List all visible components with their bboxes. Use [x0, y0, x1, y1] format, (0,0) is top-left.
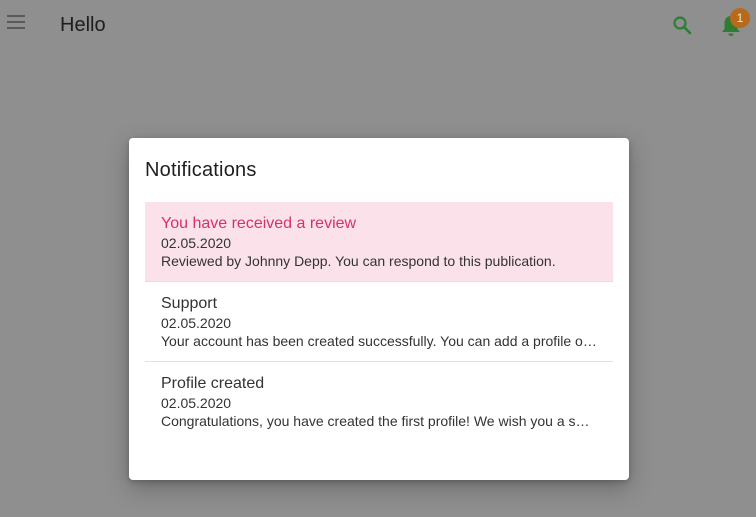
- search-button[interactable]: [668, 10, 696, 40]
- notification-body: Congratulations, you have created the fi…: [161, 413, 597, 429]
- notifications-button[interactable]: 1: [716, 8, 750, 42]
- notification-item-profile-created[interactable]: Profile created 02.05.2020 Congratulatio…: [145, 362, 613, 441]
- menu-button[interactable]: [4, 10, 28, 40]
- dialog-title: Notifications: [145, 159, 257, 181]
- search-icon: [673, 16, 692, 35]
- notifications-dialog: Notifications You have received a review…: [129, 138, 629, 480]
- notification-date: 02.05.2020: [161, 315, 232, 331]
- notification-date: 02.05.2020: [161, 235, 232, 251]
- app-title: Hello: [60, 14, 106, 36]
- notification-body: Reviewed by Johnny Depp. You can respond…: [161, 253, 556, 269]
- notification-count-badge: 1: [730, 8, 750, 28]
- notification-title: Support: [161, 295, 218, 312]
- notification-title: Profile created: [161, 375, 265, 392]
- notification-item-support[interactable]: Support 02.05.2020 Your account has been…: [145, 282, 613, 362]
- app-bar: Hello 1: [0, 0, 756, 50]
- notification-title: You have received a review: [161, 215, 357, 232]
- notification-body: Your account has been created successful…: [161, 333, 597, 349]
- notification-item-review[interactable]: You have received a review 02.05.2020 Re…: [145, 202, 613, 282]
- notification-list: You have received a review 02.05.2020 Re…: [145, 202, 613, 441]
- notification-date: 02.05.2020: [161, 395, 232, 411]
- menu-icon: [7, 15, 25, 29]
